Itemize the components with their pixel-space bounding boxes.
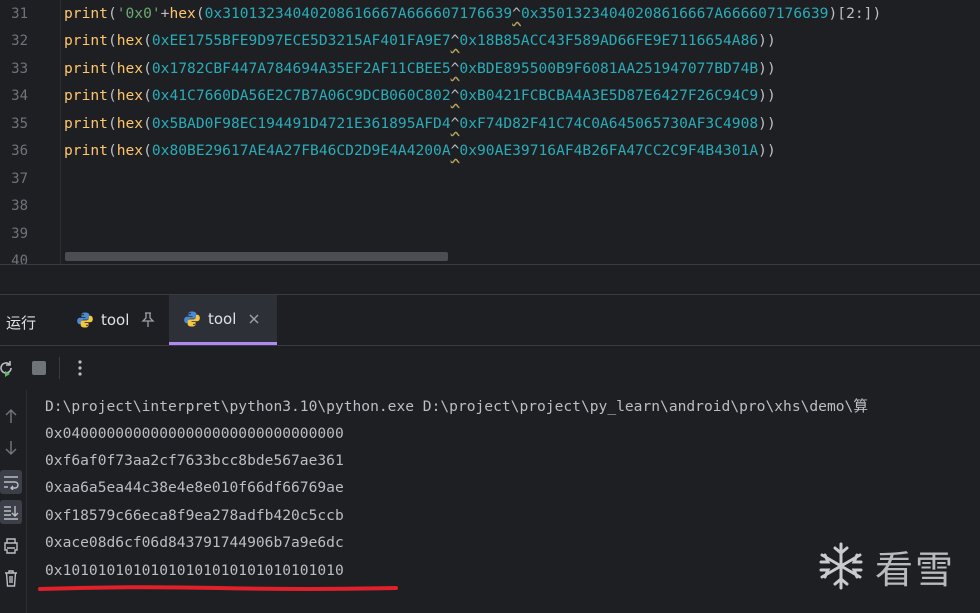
rerun-button[interactable] [0, 358, 16, 378]
console-side-toolbar [0, 390, 27, 613]
pin-icon[interactable] [141, 312, 155, 328]
scroll-to-end-button[interactable] [0, 500, 22, 524]
code-line-36[interactable]: print(hex(0x80BE29617AE4A27FB46CD2D9E4A4… [64, 141, 776, 161]
tab-label: tool [101, 311, 130, 329]
line-number: 36 [11, 143, 28, 159]
line-number: 38 [11, 198, 28, 214]
print-button[interactable] [0, 534, 22, 558]
code-line-35[interactable]: print(hex(0x5BAD0F98EC194491D4721E361895… [64, 114, 776, 134]
printer-icon [4, 538, 18, 554]
tab-tool-pinned[interactable]: tool [66, 295, 176, 345]
line-number: 39 [11, 226, 28, 242]
soft-wrap-icon [4, 476, 19, 490]
python-icon [77, 312, 93, 328]
run-toolbar [0, 347, 980, 389]
stop-button[interactable] [29, 358, 49, 378]
rerun-icon [0, 361, 12, 377]
more-vertical-icon [78, 360, 82, 376]
run-panel-title: 运行 [6, 314, 37, 332]
code-line-33[interactable]: print(hex(0x1782CBF447A784694A35EF2AF11C… [64, 59, 776, 79]
line-number: 37 [11, 171, 28, 187]
arrow-up-icon [5, 408, 17, 423]
console-line: 0xaa6a5ea44c38e4e8e010f66df66769ae [45, 479, 344, 496]
run-tool-window-header: 运行 tool tool [0, 294, 980, 346]
line-number: 40 [11, 253, 28, 264]
more-options-button[interactable] [70, 358, 90, 378]
code-editor[interactable]: 31 32 33 34 35 36 37 38 39 40 print('0x0… [0, 0, 980, 264]
line-number-gutter: 31 32 33 34 35 36 37 38 39 40 [0, 0, 61, 264]
toolbar-separator [59, 357, 60, 379]
console-line: 0x10101010101010101010101010101010 [45, 562, 344, 579]
line-number: 31 [11, 6, 28, 22]
console-line: 0x04000000000000000000000000000000 [45, 425, 344, 442]
watermark: 看雪 [815, 538, 965, 594]
line-number: 35 [11, 116, 28, 132]
snowflake-icon [819, 542, 863, 590]
down-button[interactable] [0, 436, 22, 460]
horizontal-scrollbar[interactable] [65, 252, 448, 261]
line-number: 32 [11, 33, 28, 49]
line-number: 34 [11, 88, 28, 104]
console-line: 0xf18579c66eca8f9ea278adfb420c5ccb [45, 507, 344, 524]
up-button[interactable] [0, 404, 22, 428]
panel-splitter[interactable] [0, 264, 980, 294]
arrow-down-icon [5, 441, 17, 456]
close-icon[interactable] [248, 313, 260, 325]
code-line-31[interactable]: print('0x0'+hex(0x31013234040208616667A6… [64, 4, 881, 24]
soft-wrap-button[interactable] [0, 470, 22, 494]
console-line: 0xf6af0f73aa2cf7633bcc8bde567ae361 [45, 452, 344, 469]
tab-tool-active[interactable]: tool [169, 295, 277, 345]
red-underline-annotation [38, 585, 398, 591]
clear-all-button[interactable] [0, 566, 22, 590]
console-line: D:\project\interpret\python3.10\python.e… [45, 398, 868, 415]
trash-icon [5, 570, 17, 587]
tab-label: tool [208, 309, 237, 328]
scroll-to-end-icon [4, 506, 19, 520]
watermark-text: 看雪 [875, 547, 956, 592]
code-line-34[interactable]: print(hex(0x41C7660DA56E2C7B7A06C9DCB060… [64, 86, 776, 106]
python-icon [184, 311, 200, 326]
line-number: 33 [11, 61, 28, 77]
code-line-32[interactable]: print(hex(0xEE1755BFE9D97ECE5D3215AF401F… [64, 31, 776, 51]
console-line: 0xace08d6cf06d843791744906b7a9e6dc [45, 534, 344, 551]
code-area[interactable]: print('0x0'+hex(0x31013234040208616667A6… [64, 0, 980, 264]
stop-icon [32, 361, 46, 375]
